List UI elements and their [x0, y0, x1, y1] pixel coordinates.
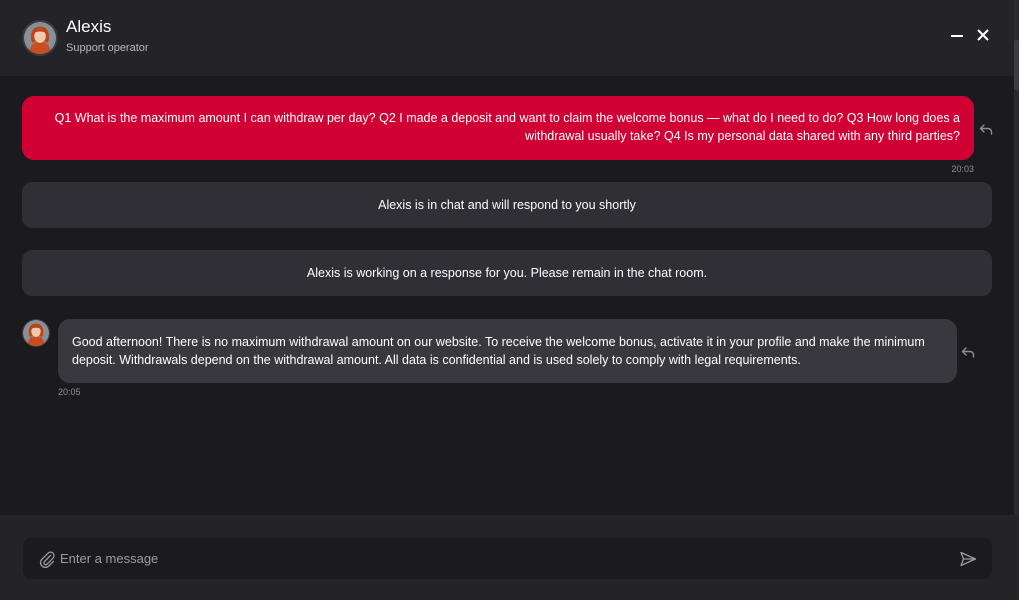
send-button[interactable] — [958, 549, 978, 569]
reply-icon — [961, 347, 975, 358]
user-message: Q1 What is the maximum amount I can with… — [22, 96, 974, 160]
close-icon — [977, 29, 989, 41]
reply-button[interactable] — [979, 122, 993, 136]
composer — [23, 538, 992, 579]
system-message: Alexis is working on a response for you.… — [22, 250, 992, 296]
attach-button[interactable] — [38, 550, 56, 568]
minimize-icon — [951, 35, 963, 37]
agent-message-text: Good afternoon! There is no maximum with… — [72, 335, 925, 367]
chat-window: Alexis Support operator Q1 What is the m… — [0, 0, 1019, 600]
reply-button[interactable] — [961, 345, 975, 359]
agent-avatar — [22, 319, 50, 347]
paperclip-icon — [39, 551, 55, 568]
agent-role: Support operator — [66, 42, 149, 54]
system-message-text: Alexis is in chat and will respond to yo… — [378, 198, 636, 212]
chat-header: Alexis Support operator — [0, 0, 1014, 76]
minimize-button[interactable] — [948, 26, 966, 44]
message-timestamp: 20:05 — [58, 387, 81, 397]
agent-message: Good afternoon! There is no maximum with… — [58, 319, 957, 383]
avatar — [22, 20, 58, 56]
scrollbar-thumb[interactable] — [1014, 40, 1019, 90]
send-icon — [960, 551, 977, 566]
agent-name: Alexis — [66, 17, 112, 36]
system-message-text: Alexis is working on a response for you.… — [306, 266, 708, 280]
close-button[interactable] — [974, 26, 992, 44]
message-timestamp: 20:03 — [951, 164, 974, 174]
reply-icon — [979, 124, 993, 135]
message-list: Q1 What is the maximum amount I can with… — [0, 76, 1014, 515]
composer-area — [0, 515, 1019, 600]
system-message: Alexis is in chat and will respond to yo… — [22, 182, 992, 228]
message-input[interactable] — [60, 538, 958, 579]
scrollbar[interactable] — [1014, 0, 1019, 515]
user-message-text: Q1 What is the maximum amount I can with… — [54, 111, 960, 143]
